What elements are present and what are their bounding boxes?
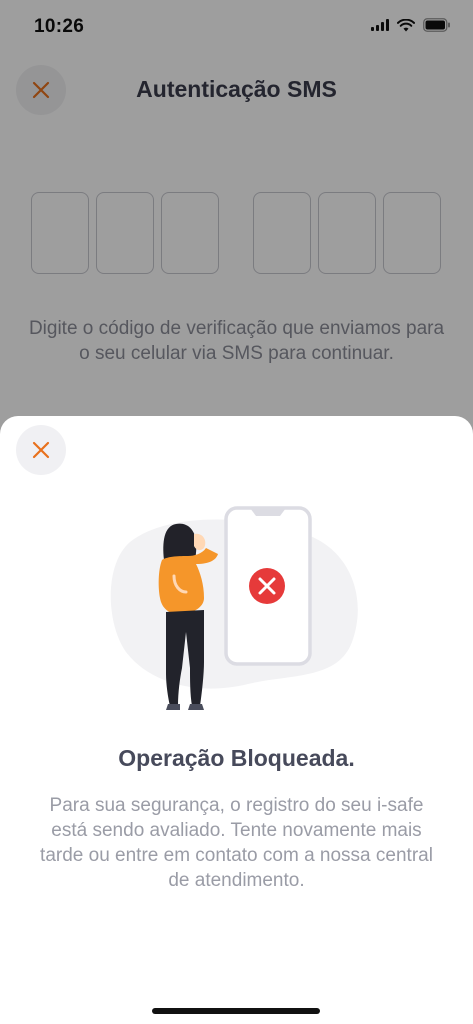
blocked-message: Para sua segurança, o registro do seu i-… [40,795,433,891]
app-screen: 10:26 Autenticação SMS Digite o código d… [0,0,473,1024]
error-x-icon [249,568,285,604]
blocked-operation-sheet: Operação Bloqueada. Para sua segurança, … [0,416,473,1024]
home-indicator[interactable] [152,1008,320,1014]
blocked-illustration [110,506,358,710]
blocked-title: Operação Bloqueada. [118,745,355,771]
close-icon [32,441,50,459]
sheet-close-button[interactable] [16,425,66,475]
